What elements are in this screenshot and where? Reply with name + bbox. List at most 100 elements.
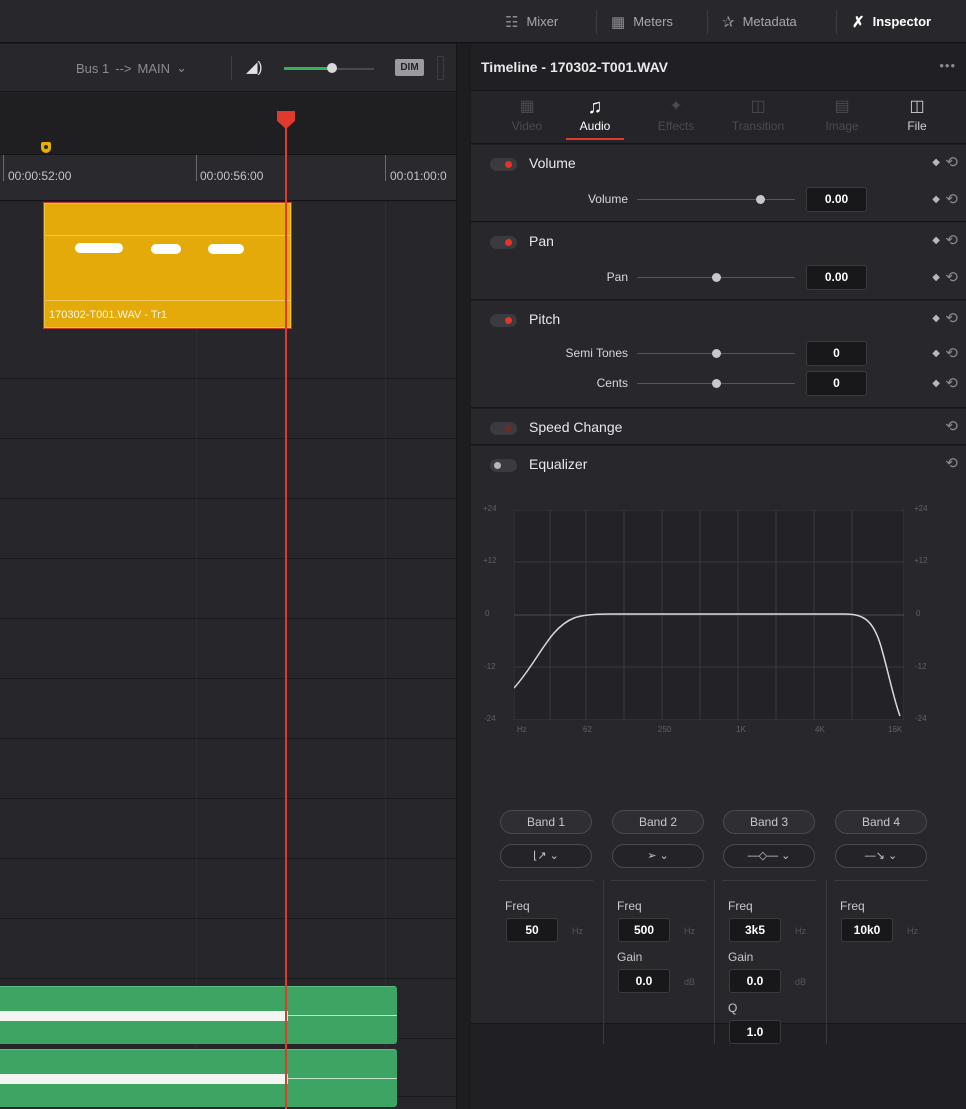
- eq-db-label: 0: [485, 609, 490, 618]
- band-3-q-field[interactable]: 1.0: [729, 1020, 781, 1044]
- inspector-button[interactable]: ✗ Inspector: [852, 0, 931, 43]
- section-title: Equalizer: [529, 456, 588, 472]
- band-2-freq-field[interactable]: 500: [618, 918, 670, 942]
- keyframe-icon[interactable]: ◆: [932, 348, 940, 359]
- cents-slider-knob[interactable]: [712, 379, 721, 388]
- band-4-freq-field[interactable]: 10k0: [841, 918, 893, 942]
- tab-effects[interactable]: ✦ Effects: [637, 95, 715, 141]
- mixer-button[interactable]: ☷ Mixer: [505, 0, 558, 43]
- gain-label: Gain: [617, 950, 643, 964]
- band-4-shape-dropdown[interactable]: —↘ ⌄: [835, 844, 927, 868]
- active-tab-indicator: [566, 138, 624, 140]
- reset-icon[interactable]: ⟲: [945, 344, 958, 362]
- param-label: Cents: [596, 376, 628, 390]
- dim-button[interactable]: DIM: [395, 59, 424, 76]
- band-2-shape-dropdown[interactable]: ➢ ⌄: [612, 844, 704, 868]
- track-divider: [0, 858, 456, 859]
- file-icon: ◫: [909, 98, 925, 115]
- band-4-button[interactable]: Band 4: [835, 810, 927, 834]
- tab-image[interactable]: ▤ Image: [803, 95, 881, 141]
- low-cut-icon: ⌊↗: [533, 850, 547, 862]
- pan-value-field[interactable]: 0.00: [806, 265, 867, 290]
- band-3-button[interactable]: Band 3: [723, 810, 815, 834]
- cents-value-field[interactable]: 0: [806, 371, 867, 396]
- transition-icon: ◫: [750, 98, 766, 115]
- volume-value-field[interactable]: 0.00: [806, 187, 867, 212]
- unit-label: Hz: [572, 926, 583, 936]
- timecode-ruler[interactable]: 00:00:52:00 00:00:56:00 00:01:00:0: [0, 155, 456, 201]
- band-3-gain-field[interactable]: 0.0: [729, 969, 781, 993]
- reset-icon[interactable]: ⟲: [945, 417, 958, 435]
- eq-db-label: -12: [915, 662, 927, 671]
- reset-icon[interactable]: ⟲: [945, 454, 958, 472]
- speed-change-toggle[interactable]: [490, 422, 517, 435]
- meters-button[interactable]: ▦ Meters: [611, 0, 673, 43]
- pan-slider-knob[interactable]: [712, 273, 721, 282]
- band-1-shape-dropdown[interactable]: ⌊↗ ⌄: [500, 844, 592, 868]
- track-divider: [0, 798, 456, 799]
- metadata-button[interactable]: ✰ Metadata: [722, 0, 797, 43]
- eq-db-label: +24: [483, 504, 497, 513]
- top-toolbar: ☷ Mixer ▦ Meters ✰ Metadata ✗ Inspector: [0, 0, 966, 43]
- band-1-button[interactable]: Band 1: [500, 810, 592, 834]
- band-3-freq-field[interactable]: 3k5: [729, 918, 781, 942]
- volume-header: Volume ◆ ⟲: [471, 145, 966, 181]
- band-2-button[interactable]: Band 2: [612, 810, 704, 834]
- track-divider: [0, 558, 456, 559]
- monitor-volume-knob[interactable]: [327, 63, 337, 73]
- eq-db-label: -24: [484, 714, 496, 723]
- keyframe-icon[interactable]: ◆: [932, 378, 940, 389]
- eq-freq-label: 62: [583, 725, 592, 734]
- keyframe-icon[interactable]: ◆: [932, 194, 940, 205]
- reset-icon[interactable]: ⟲: [945, 309, 958, 327]
- param-label: Volume: [587, 192, 628, 206]
- bus-output-selector[interactable]: Bus 1 --> MAIN ⌄: [76, 44, 187, 92]
- keyframe-icon[interactable]: ◆: [932, 313, 940, 324]
- level-meter: [437, 56, 444, 80]
- audio-clip-green[interactable]: [0, 986, 397, 1044]
- volume-slider-knob[interactable]: [756, 195, 765, 204]
- keyframe-icon[interactable]: ◆: [932, 272, 940, 283]
- timecode-label: 00:00:52:00: [8, 169, 72, 183]
- tab-file[interactable]: ◫ File: [878, 95, 956, 141]
- volume-slider[interactable]: [637, 199, 795, 200]
- inspector-tabs: ▦ Video ♫ Audio ✦ Effects ◫ Transition ▤…: [471, 90, 966, 144]
- keyframe-icon[interactable]: ◆: [932, 235, 940, 246]
- equalizer-toggle[interactable]: [490, 459, 517, 472]
- clip-marker[interactable]: [41, 142, 51, 153]
- speaker-icon[interactable]: ◢): [246, 58, 263, 76]
- inspector-title: Timeline - 170302-T001.WAV: [481, 59, 669, 75]
- chevron-down-icon: ⌄: [888, 850, 898, 862]
- unit-label: Hz: [907, 926, 918, 936]
- timeline-scrollbar[interactable]: [456, 44, 470, 1109]
- reset-icon[interactable]: ⟲: [945, 268, 958, 286]
- band-1-freq-field[interactable]: 50: [506, 918, 558, 942]
- header-divider: [231, 56, 232, 80]
- audio-clip-green[interactable]: [0, 1049, 397, 1107]
- tab-video[interactable]: ▦ Video: [488, 95, 566, 141]
- freq-label: Freq: [728, 899, 753, 913]
- reset-icon[interactable]: ⟲: [945, 231, 958, 249]
- toolbar-divider: [836, 10, 837, 34]
- reset-icon[interactable]: ⟲: [945, 153, 958, 171]
- reset-icon[interactable]: ⟲: [945, 190, 958, 208]
- pitch-toggle[interactable]: [490, 314, 517, 327]
- band-divider: [611, 880, 705, 881]
- eq-graph[interactable]: [514, 510, 904, 720]
- band-3-shape-dropdown[interactable]: —◇— ⌄: [723, 844, 815, 868]
- semitones-value-field[interactable]: 0: [806, 341, 867, 366]
- eq-freq-label: 1K: [736, 725, 746, 734]
- pan-toggle[interactable]: [490, 236, 517, 249]
- audio-tracks-area[interactable]: [0, 202, 456, 1109]
- mixer-icon: ☷: [505, 13, 519, 31]
- playhead[interactable]: [285, 111, 287, 1109]
- reset-icon[interactable]: ⟲: [945, 374, 958, 392]
- more-options-icon[interactable]: •••: [939, 58, 956, 73]
- tab-audio[interactable]: ♫ Audio: [556, 95, 634, 141]
- keyframe-icon[interactable]: ◆: [932, 157, 940, 168]
- band-2-gain-field[interactable]: 0.0: [618, 969, 670, 993]
- semitones-slider-knob[interactable]: [712, 349, 721, 358]
- audio-clip[interactable]: 170302-T001.WAV - Tr1: [43, 202, 292, 329]
- volume-toggle[interactable]: [490, 158, 517, 171]
- tab-transition[interactable]: ◫ Transition: [719, 95, 797, 141]
